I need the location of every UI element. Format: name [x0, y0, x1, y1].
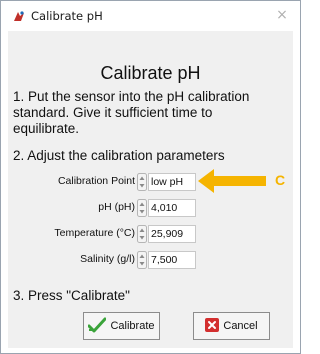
calibration-point-field[interactable]: low pH [148, 173, 196, 191]
annotation-arrow-icon [196, 167, 268, 200]
step-3-instructions: 3. Press "Calibrate" [13, 288, 130, 303]
cancel-x-icon [205, 317, 220, 335]
close-icon[interactable]: × [274, 7, 290, 23]
temperature-label: Temperature (°C) [54, 227, 135, 239]
salinity-spinner[interactable] [137, 251, 147, 269]
step-2-instructions: 2. Adjust the calibration parameters [13, 148, 225, 163]
calibrate-button-label: Calibrate [110, 320, 155, 332]
ph-app-icon [12, 9, 26, 23]
step-1-instructions: 1. Put the sensor into the pH calibratio… [13, 89, 285, 137]
temperature-row: Temperature (°C) 25,909 [8, 224, 293, 244]
calibrate-dialog: Calibrate pH × Calibrate pH 1. Put the s… [0, 0, 301, 354]
salinity-row: Salinity (g/l) 7,500 [8, 250, 293, 270]
temperature-field[interactable]: 25,909 [148, 225, 196, 243]
ph-label: pH (pH) [98, 201, 135, 213]
step-1-line: 1. Put the sensor into the pH calibratio… [13, 89, 250, 104]
cancel-button[interactable]: Cancel [193, 312, 270, 340]
ph-spinner[interactable] [137, 199, 147, 217]
calibration-point-spinner[interactable] [137, 173, 147, 191]
step-1-line: standard. Give it sufficient time to [13, 105, 213, 120]
ph-row: pH (pH) 4,010 [8, 198, 293, 218]
salinity-field[interactable]: 7,500 [148, 251, 196, 269]
window-title: Calibrate pH [31, 9, 103, 23]
annotation-letter: C [275, 172, 286, 188]
title-bar: Calibrate pH × [1, 1, 300, 31]
step-1-line: equilibrate. [13, 121, 80, 136]
calibration-point-label: Calibration Point [57, 175, 135, 187]
temperature-spinner[interactable] [137, 225, 147, 243]
calibrate-button[interactable]: Calibrate [83, 312, 160, 340]
dialog-heading: Calibrate pH [100, 63, 201, 83]
ph-field[interactable]: 4,010 [148, 199, 196, 217]
checkmark-icon [87, 317, 107, 336]
cancel-button-label: Cancel [223, 320, 258, 332]
salinity-label: Salinity (g/l) [80, 253, 135, 265]
